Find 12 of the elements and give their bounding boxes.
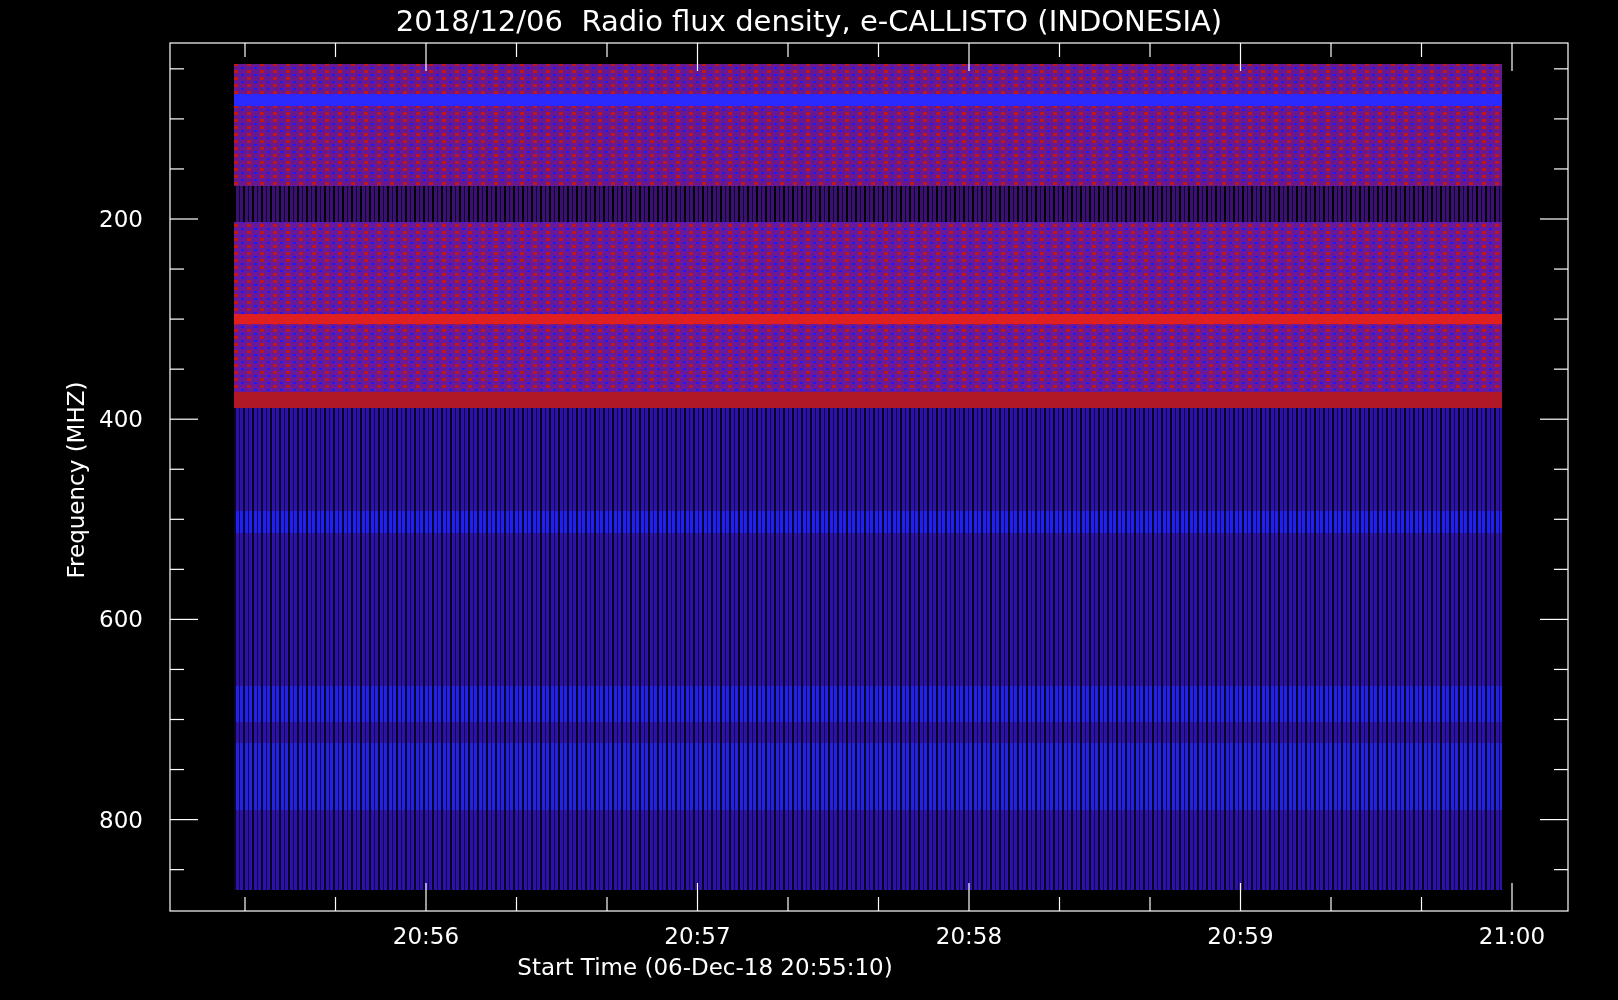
axis-tick-label: 20:57 — [664, 923, 731, 949]
axis-title: Start Time (06-Dec-18 20:55:10) — [517, 954, 893, 980]
axis-tick-label: 800 — [99, 806, 143, 833]
axis-tick-label: 20:59 — [1207, 923, 1274, 949]
chart-title: 2018/12/06 Radio flux density, e-CALLISTO (INDONESIA) — [395, 4, 1223, 38]
axis-tick-label: 21:00 — [1478, 923, 1546, 949]
axis-tick-label: 400 — [99, 406, 143, 433]
axis-tick-label: 20:56 — [392, 923, 460, 949]
axis-title: Frequency (MHZ) — [63, 381, 89, 579]
axis-tick-label: 20:58 — [935, 923, 1003, 949]
axis-tick-label: 200 — [99, 206, 143, 232]
axis-tick-label: 600 — [99, 606, 143, 633]
